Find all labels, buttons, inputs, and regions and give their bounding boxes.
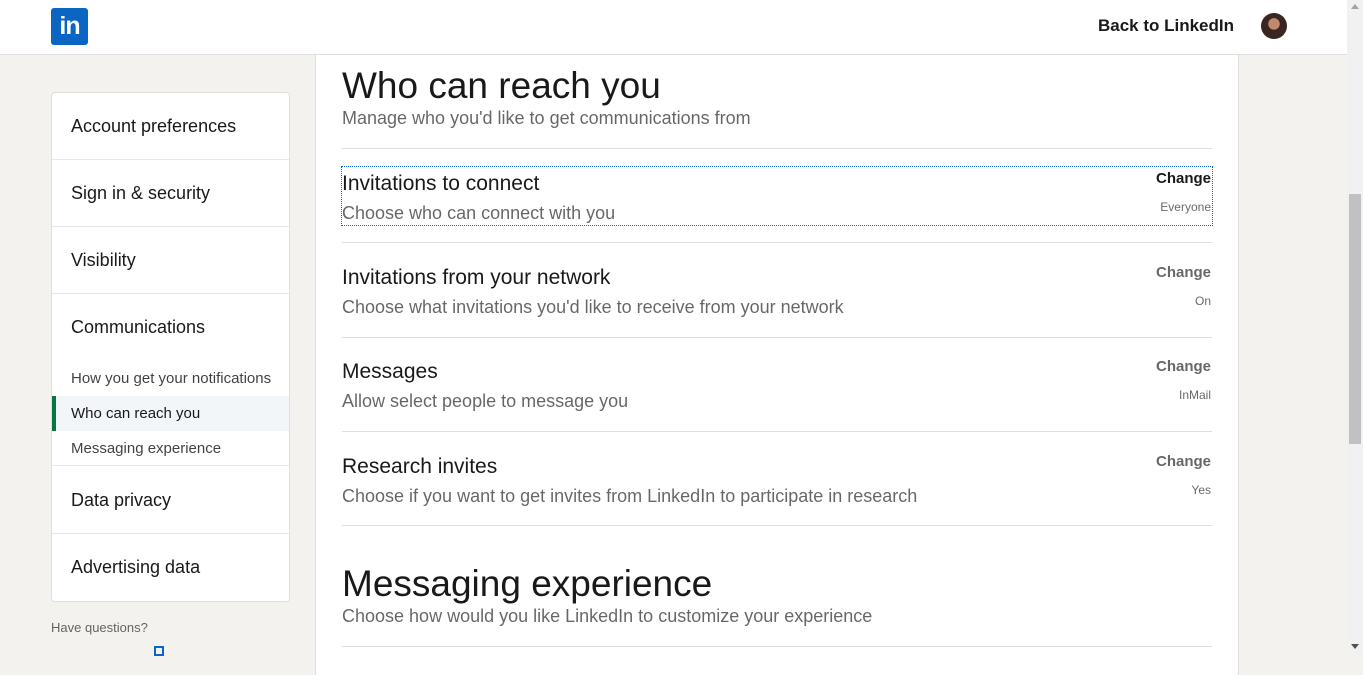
divider bbox=[342, 646, 1212, 647]
sidebar-item-account-preferences[interactable]: Account preferences bbox=[52, 93, 289, 160]
change-button[interactable]: Change bbox=[1156, 264, 1211, 281]
divider bbox=[342, 431, 1212, 432]
setting-title: Invitations to connect bbox=[342, 172, 540, 195]
divider bbox=[342, 148, 1212, 149]
sidebar-subitem-notifications[interactable]: How you get your notifications bbox=[52, 361, 289, 396]
setting-invitations-to-connect[interactable]: Invitations to connect Choose who can co… bbox=[341, 166, 1213, 226]
external-link-icon[interactable] bbox=[154, 646, 164, 656]
sidebar-item-sign-in-security[interactable]: Sign in & security bbox=[52, 160, 289, 227]
main-content: Who can reach you Manage who you'd like … bbox=[315, 55, 1239, 675]
sidebar-item-visibility[interactable]: Visibility bbox=[52, 227, 289, 294]
section-subtitle: Manage who you'd like to get communicati… bbox=[342, 108, 751, 128]
divider bbox=[342, 525, 1212, 526]
top-bar: in Back to LinkedIn bbox=[0, 0, 1347, 55]
setting-description: Choose who can connect with you bbox=[342, 203, 616, 223]
help-text: Have questions? bbox=[51, 620, 148, 635]
sidebar-subitem-messaging-experience[interactable]: Messaging experience bbox=[52, 431, 289, 466]
setting-value: On bbox=[1194, 294, 1211, 308]
setting-messages[interactable]: Messages Allow select people to message … bbox=[342, 355, 1212, 413]
setting-description: Choose what invitations you'd like to re… bbox=[342, 297, 844, 317]
setting-title: Invitations from your network bbox=[342, 266, 611, 289]
setting-title: Messages bbox=[342, 360, 438, 383]
change-button[interactable]: Change bbox=[1156, 453, 1211, 470]
scrollbar-thumb[interactable] bbox=[1349, 194, 1361, 444]
sidebar-item-communications[interactable]: Communications bbox=[52, 294, 289, 361]
change-button[interactable]: Change bbox=[1156, 358, 1211, 375]
setting-value: Everyone bbox=[1160, 200, 1211, 214]
change-button[interactable]: Change bbox=[1156, 170, 1211, 187]
setting-description: Allow select people to message you bbox=[342, 391, 629, 411]
sidebar-item-advertising-data[interactable]: Advertising data bbox=[52, 534, 289, 601]
setting-description: Choose if you want to get invites from L… bbox=[342, 486, 918, 506]
back-to-linkedin-link[interactable]: Back to LinkedIn bbox=[1098, 16, 1234, 36]
setting-research-invites[interactable]: Research invites Choose if you want to g… bbox=[342, 450, 1212, 508]
scroll-up-arrow-icon[interactable] bbox=[1351, 4, 1359, 9]
settings-sidebar: Account preferences Sign in & security V… bbox=[51, 92, 290, 602]
setting-title: Research invites bbox=[342, 455, 498, 478]
setting-invitations-from-network[interactable]: Invitations from your network Choose wha… bbox=[342, 261, 1212, 319]
sidebar-item-data-privacy[interactable]: Data privacy bbox=[52, 467, 289, 534]
setting-value: InMail bbox=[1178, 388, 1211, 402]
scroll-down-arrow-icon[interactable] bbox=[1351, 644, 1359, 649]
page-scrollbar[interactable] bbox=[1347, 0, 1363, 653]
divider bbox=[342, 337, 1212, 338]
user-avatar[interactable] bbox=[1261, 13, 1287, 39]
section-title-messaging-experience: Messaging experience bbox=[342, 563, 713, 604]
setting-value: Yes bbox=[1191, 483, 1211, 497]
sidebar-subitem-who-can-reach-you[interactable]: Who can reach you bbox=[52, 396, 289, 431]
linkedin-logo[interactable]: in bbox=[51, 8, 88, 45]
section-title-who-can-reach-you: Who can reach you bbox=[342, 65, 661, 106]
divider bbox=[342, 242, 1212, 243]
section-subtitle: Choose how would you like LinkedIn to cu… bbox=[342, 606, 873, 626]
